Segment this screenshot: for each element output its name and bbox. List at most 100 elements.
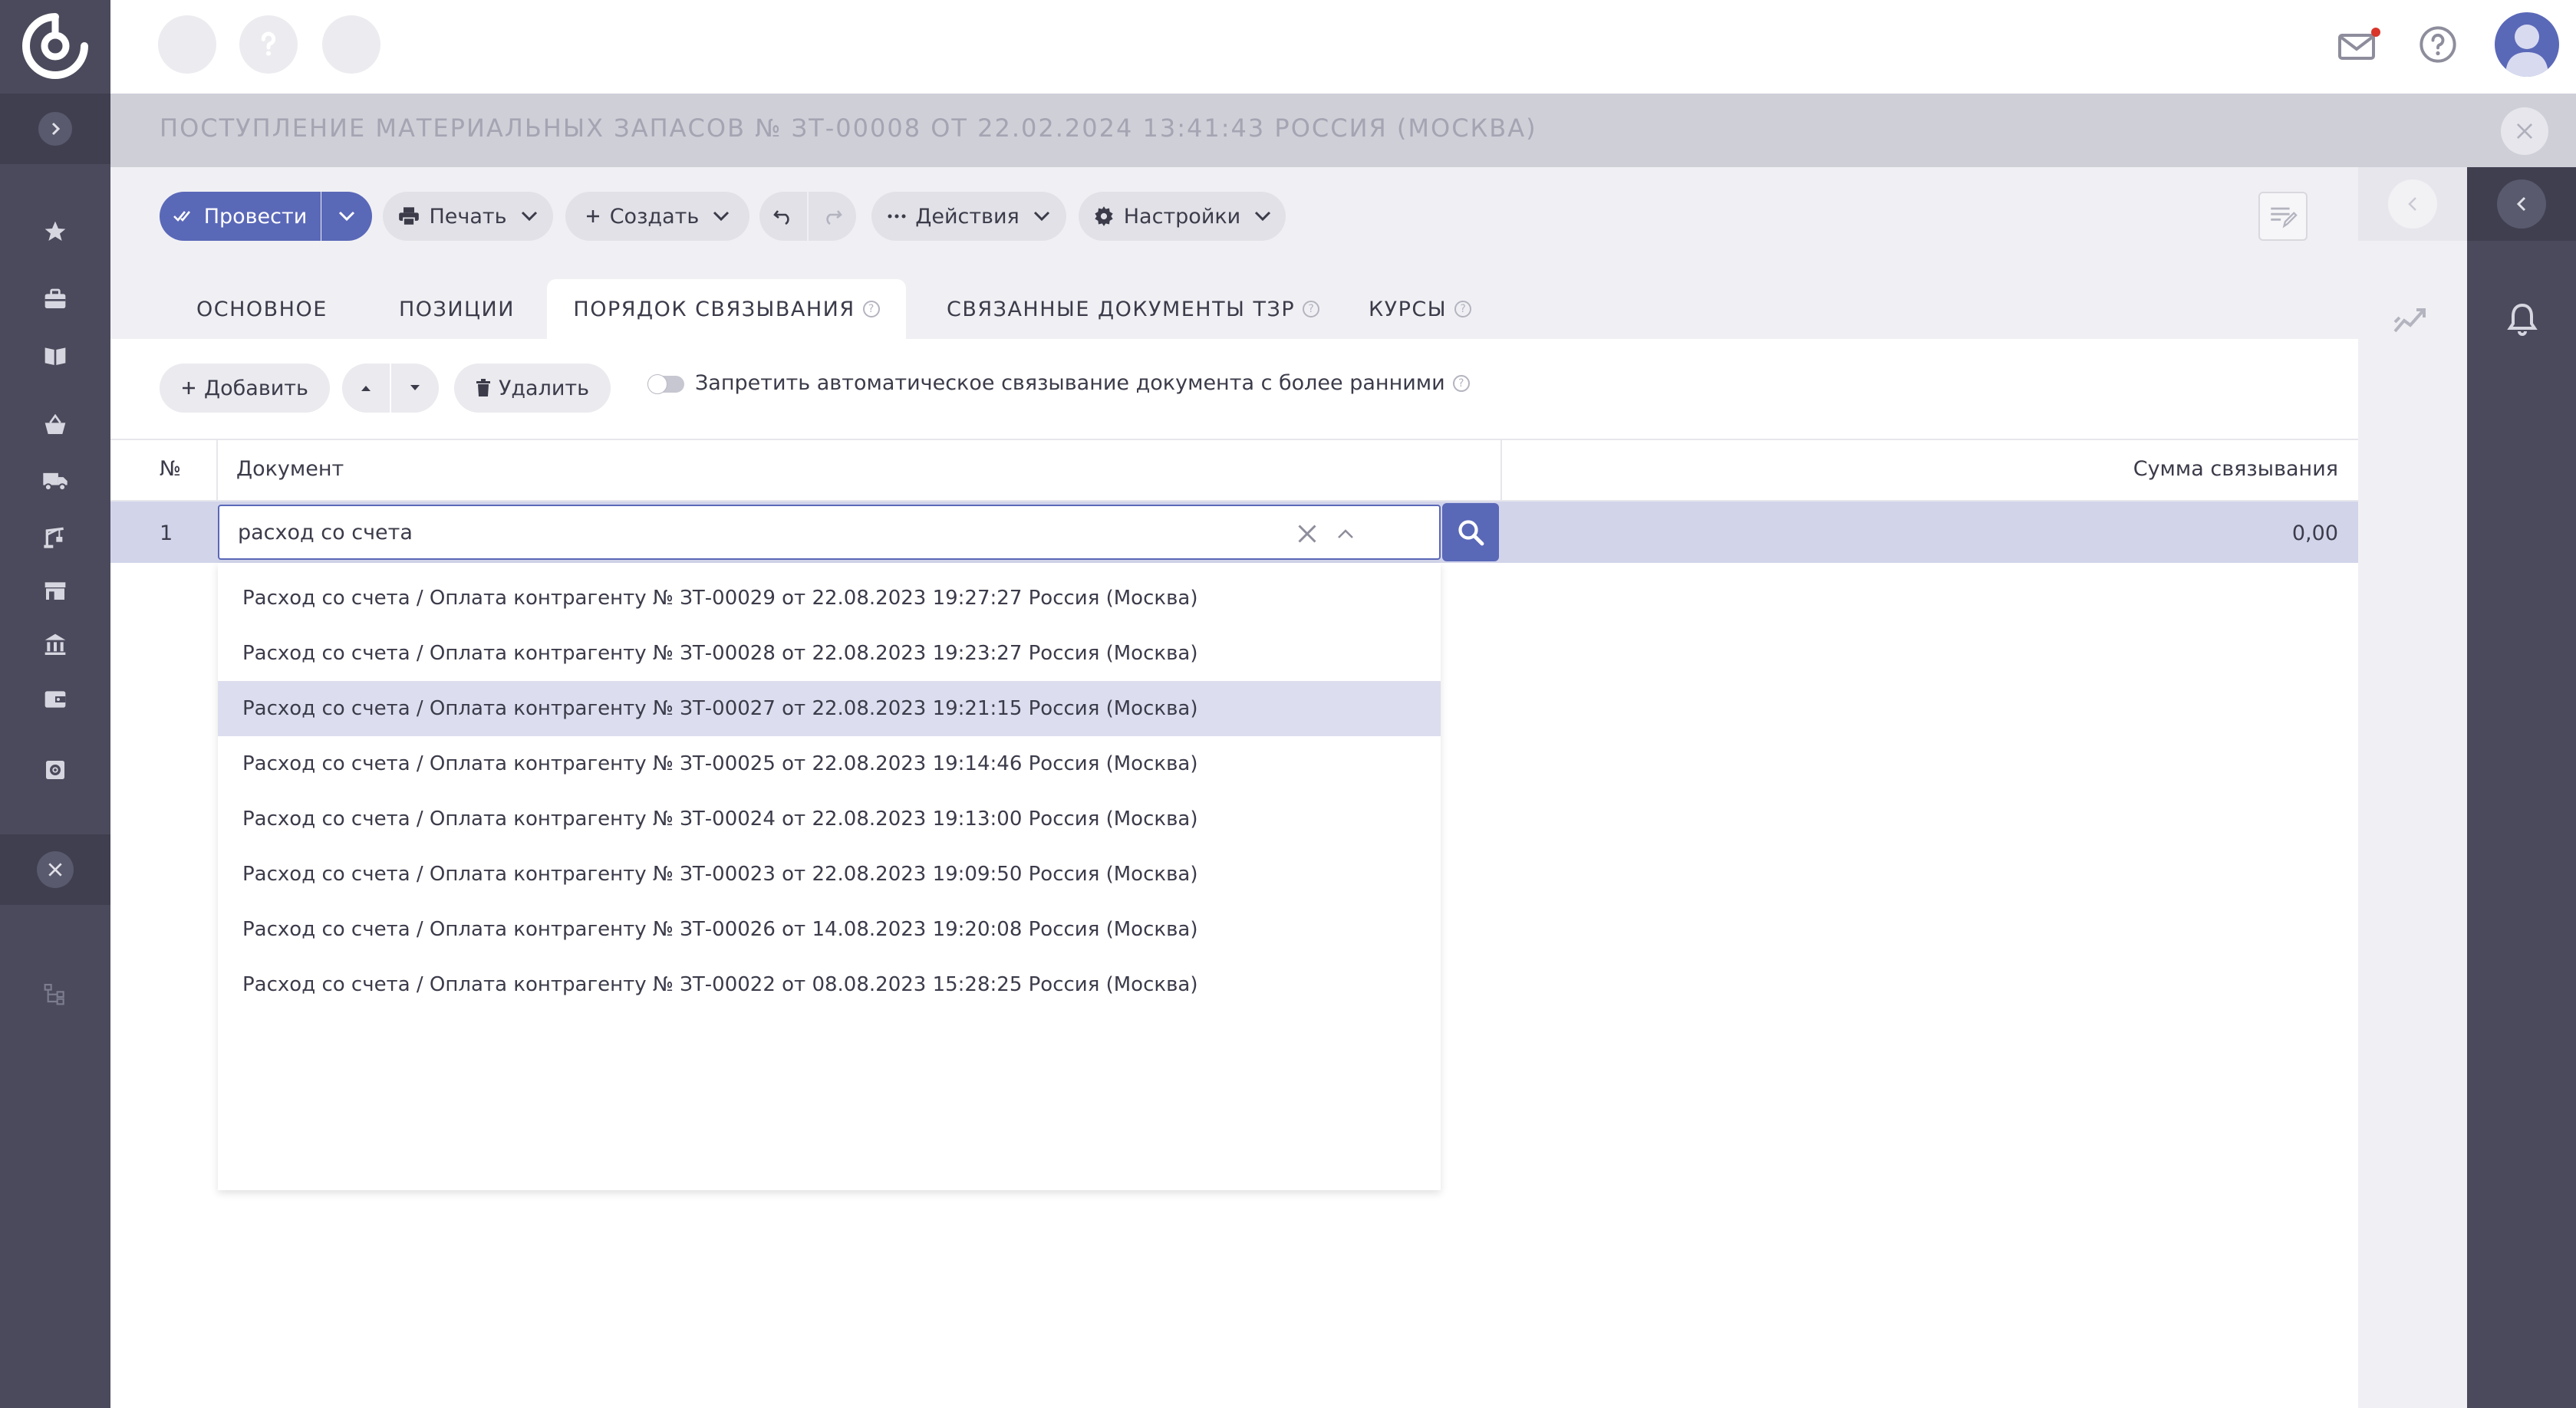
help-icon[interactable]	[2418, 25, 2458, 64]
table-header: № Документ Сумма связывания	[110, 439, 2358, 502]
suggestion-item[interactable]: Расход со счета / Оплата контрагенту № З…	[218, 902, 1441, 957]
tab-label: ПОРЯДОК СВЯЗЫВАНИЯ	[573, 297, 855, 321]
print-button[interactable]: Печать	[383, 192, 553, 241]
tab-positions[interactable]: ПОЗИЦИИ	[399, 279, 515, 339]
settings-button-label: Настройки	[1123, 204, 1241, 229]
plus-icon	[585, 209, 601, 224]
row-link-sum[interactable]: 0,00	[2292, 521, 2338, 545]
user-avatar-icon[interactable]	[2495, 12, 2559, 77]
post-button[interactable]: Провести	[160, 192, 321, 241]
caret-up-icon	[361, 384, 371, 392]
clear-icon[interactable]	[1293, 520, 1321, 548]
document-suggestions-dropdown: Расход со счета / Оплата контрагенту № З…	[218, 563, 1441, 1190]
notifications-collapse-button[interactable]	[2497, 179, 2546, 229]
wallet-icon[interactable]	[37, 681, 74, 718]
tab-rates[interactable]: КУРСЫ ?	[1369, 279, 1472, 339]
help-question-icon[interactable]: ?	[862, 301, 880, 317]
top-placeholder-button-2[interactable]	[322, 15, 380, 74]
more-dots-icon	[888, 213, 906, 219]
chevron-down-icon	[521, 211, 538, 222]
top-help-placeholder-icon[interactable]	[239, 15, 298, 74]
redo-icon	[822, 208, 842, 225]
double-check-icon	[173, 209, 196, 224]
app-logo-icon[interactable]	[17, 11, 94, 80]
analytics-collapse-button[interactable]	[2388, 179, 2437, 229]
tab-bar: ОСНОВНОЕ ПОЗИЦИИ ПОРЯДОК СВЯЗЫВАНИЯ ? СВ…	[110, 265, 2358, 339]
crane-icon[interactable]	[37, 518, 74, 555]
document-search-input[interactable]	[238, 517, 1296, 548]
book-icon[interactable]	[37, 337, 74, 374]
tab-label: СВЯЗАННЫЕ ДОКУМЕНТЫ ТЗР	[947, 297, 1296, 321]
row-number: 1	[160, 521, 173, 545]
actions-button[interactable]: Действия	[871, 192, 1066, 241]
sidebar-expand-button[interactable]	[38, 112, 72, 146]
basket-icon[interactable]	[37, 406, 74, 443]
help-question-icon[interactable]: ?	[1454, 301, 1472, 317]
create-button[interactable]: Создать	[565, 192, 749, 241]
top-bar	[110, 0, 2576, 94]
chevron-down-icon	[1033, 211, 1050, 222]
help-question-icon[interactable]: ?	[1303, 301, 1320, 317]
favorites-star-icon[interactable]	[37, 213, 74, 250]
print-button-label: Печать	[429, 204, 507, 229]
main-panel: Провести Печать Создать Действия Настрой…	[110, 167, 2358, 1408]
tab-linked-documents[interactable]: СВЯЗАННЫЕ ДОКУМЕНТЫ ТЗР ?	[947, 279, 1320, 339]
redo-button[interactable]	[809, 192, 856, 241]
add-row-label: Добавить	[204, 376, 308, 400]
toolbar: Провести Печать Создать Действия Настрой…	[110, 167, 2358, 265]
suggestion-item[interactable]: Расход со счета / Оплата контрагенту № З…	[218, 957, 1441, 1012]
sidebar-close-button[interactable]	[37, 851, 74, 888]
tab-label: ОСНОВНОЕ	[196, 297, 328, 321]
trash-icon	[476, 379, 491, 397]
move-down-button[interactable]	[391, 364, 439, 413]
printer-icon	[398, 206, 420, 226]
add-row-button[interactable]: Добавить	[160, 364, 330, 413]
toggle-knob	[647, 374, 667, 394]
document-title: ПОСТУПЛЕНИЕ МАТЕРИАЛЬНЫХ ЗАПАСОВ № ЗТ-00…	[160, 113, 1537, 143]
plus-icon	[181, 380, 196, 396]
delete-row-button[interactable]: Удалить	[454, 364, 611, 413]
suggestion-item[interactable]: Расход со счета / Оплата контрагенту № З…	[218, 736, 1441, 791]
post-menu-toggle[interactable]	[321, 192, 372, 241]
trend-chart-icon[interactable]	[2392, 302, 2432, 336]
suggestion-item[interactable]: Расход со счета / Оплата контрагенту № З…	[218, 791, 1441, 847]
tab-label: ПОЗИЦИИ	[399, 297, 515, 321]
column-header-sum[interactable]: Сумма связывания	[2133, 457, 2338, 481]
suggestion-item[interactable]: Расход со счета / Оплата контрагенту № З…	[218, 571, 1441, 626]
help-question-icon[interactable]: ?	[1452, 374, 1470, 392]
left-sidebar	[0, 0, 110, 1408]
move-up-button[interactable]	[342, 364, 390, 413]
document-search-field[interactable]	[218, 505, 1441, 560]
edit-notes-icon[interactable]	[2258, 192, 2308, 241]
analytics-panel	[2358, 167, 2467, 1408]
column-divider	[1500, 439, 1502, 502]
create-button-label: Создать	[609, 204, 700, 229]
post-button-label: Провести	[203, 204, 308, 229]
suggestion-item[interactable]: Расход со счета / Оплата контрагенту № З…	[218, 847, 1441, 902]
column-header-document[interactable]: Документ	[236, 457, 344, 481]
gear-icon	[1093, 206, 1115, 227]
chevron-down-icon	[713, 211, 730, 222]
sitemap-icon[interactable]	[37, 975, 74, 1012]
tab-main[interactable]: ОСНОВНОЕ	[196, 279, 328, 339]
delete-row-label: Удалить	[498, 376, 590, 400]
chevron-up-icon[interactable]	[1332, 520, 1359, 548]
close-document-button[interactable]	[2501, 107, 2548, 155]
mail-icon[interactable]	[2335, 26, 2381, 63]
suggestion-item[interactable]: Расход со счета / Оплата контрагенту № З…	[218, 626, 1441, 681]
store-icon[interactable]	[37, 572, 74, 609]
notifications-panel	[2467, 167, 2576, 1408]
search-icon	[1457, 518, 1484, 546]
truck-icon[interactable]	[37, 462, 74, 498]
suggestion-item-highlighted[interactable]: Расход со счета / Оплата контрагенту № З…	[218, 681, 1441, 736]
settings-button[interactable]: Настройки	[1079, 192, 1286, 241]
undo-button[interactable]	[759, 192, 807, 241]
tab-linking-order[interactable]: ПОРЯДОК СВЯЗЫВАНИЯ ?	[547, 279, 906, 339]
briefcase-icon[interactable]	[37, 281, 74, 317]
document-search-button[interactable]	[1442, 503, 1499, 561]
caret-down-icon	[410, 384, 420, 392]
bell-icon[interactable]	[2502, 299, 2542, 339]
top-placeholder-button[interactable]	[158, 15, 216, 74]
settings-gear-icon[interactable]	[37, 752, 74, 788]
bank-icon[interactable]	[37, 626, 74, 663]
